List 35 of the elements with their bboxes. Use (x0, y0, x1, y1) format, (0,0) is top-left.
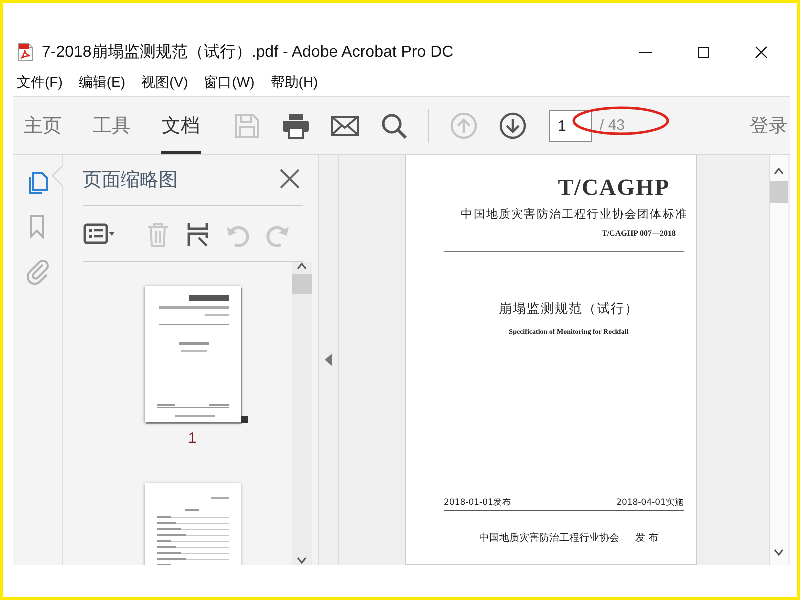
scroll-up-icon (297, 262, 307, 270)
standard-code-mark: T/CAGHP (558, 175, 670, 201)
document-title: 崩塌监测规范（试行） (498, 301, 639, 318)
scrollbar-thumb[interactable] (292, 274, 312, 294)
issue-date: 2018-01-01发布 (444, 497, 512, 509)
organization-standard-text: 中国地质灾害防治工程行业协会团体标准 (461, 207, 688, 222)
publisher-name: 中国地质灾害防治工程行业协会 (479, 532, 620, 545)
scrollbar-thumb[interactable] (770, 181, 788, 203)
scrollbar[interactable] (769, 155, 788, 565)
window-title: 7-2018崩塌监测规范（试行）.pdf - Adobe Acrobat Pro DC (42, 42, 455, 63)
pdf-file-icon (18, 43, 34, 62)
menu-item[interactable]: 帮助(H) (270, 72, 320, 94)
menu-item[interactable]: 窗口(W) (203, 72, 256, 94)
close-icon (279, 168, 301, 190)
maximize-icon (696, 46, 710, 59)
minimize-icon (638, 52, 652, 54)
page-number-field[interactable]: 1 (549, 110, 592, 142)
page-number-label: 1 (188, 430, 197, 447)
standard-number: T/CAGHP 007—2018 (602, 229, 676, 238)
sign-in-link[interactable]: 登录 (750, 112, 790, 138)
close-icon (754, 46, 768, 59)
panel-title: 页面缩略图 (83, 169, 178, 193)
tab[interactable]: 工具 (92, 97, 132, 154)
page-count: / 43 (600, 117, 626, 134)
effective-date: 2018-04-01实施 (616, 497, 684, 509)
collapse-arrow-icon[interactable] (325, 354, 332, 366)
publish-text: 发 布 (635, 532, 659, 545)
menu-item[interactable]: 视图(V) (140, 72, 190, 94)
tab[interactable]: 主页 (23, 97, 63, 154)
scroll-up-icon (774, 167, 784, 175)
menu-item[interactable]: 文件(F) (16, 72, 64, 94)
scroll-down-icon (297, 557, 307, 565)
menu-item[interactable]: 编辑(E) (78, 72, 127, 94)
scroll-down-icon (774, 549, 784, 557)
scrollbar[interactable] (292, 262, 312, 565)
